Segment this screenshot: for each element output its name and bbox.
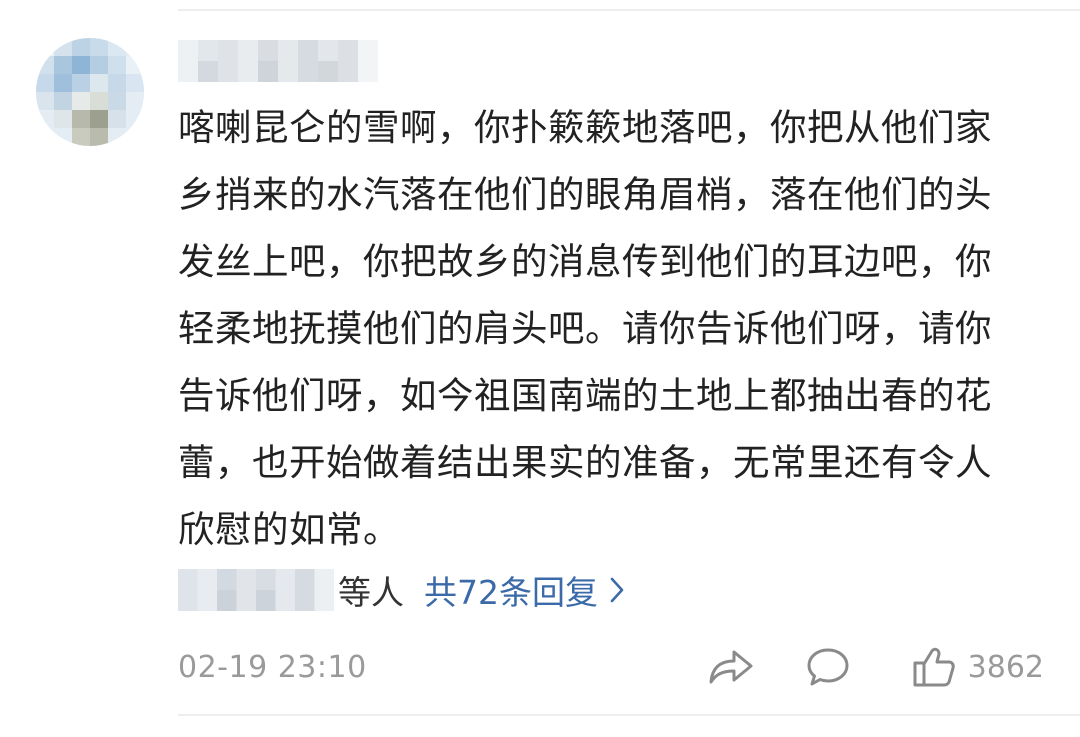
avatar[interactable] [36, 38, 144, 146]
comment-text: 喀喇昆仑的雪啊，你扑簌簌地落吧，你把从他们家乡捎来的水汽落在他们的眼角眉梢，落在… [178, 106, 992, 551]
bottom-divider [178, 714, 1080, 716]
username-blurred[interactable] [178, 40, 378, 82]
like-count: 3862 [967, 649, 1044, 685]
view-replies-label: 共72条回复 [424, 573, 598, 612]
replier-names-blurred[interactable] [178, 569, 334, 611]
share-arrow-icon [709, 650, 753, 684]
top-divider [178, 9, 1080, 11]
share-button[interactable] [708, 649, 754, 685]
reply-button[interactable] [806, 647, 850, 687]
speech-bubble-icon [807, 648, 849, 686]
chevron-right-icon [610, 577, 624, 603]
timestamp: 02-19 23:10 [178, 649, 367, 685]
meta-row: 02-19 23:10 3862 [178, 640, 1044, 694]
thumbs-up-icon [913, 647, 955, 687]
replies-suffix: 等人 [338, 573, 404, 612]
replies-row: 等人 共72条回复 [178, 562, 624, 618]
view-replies-link[interactable]: 共72条回复 [424, 566, 624, 614]
like-button[interactable]: 3862 [912, 646, 1044, 688]
